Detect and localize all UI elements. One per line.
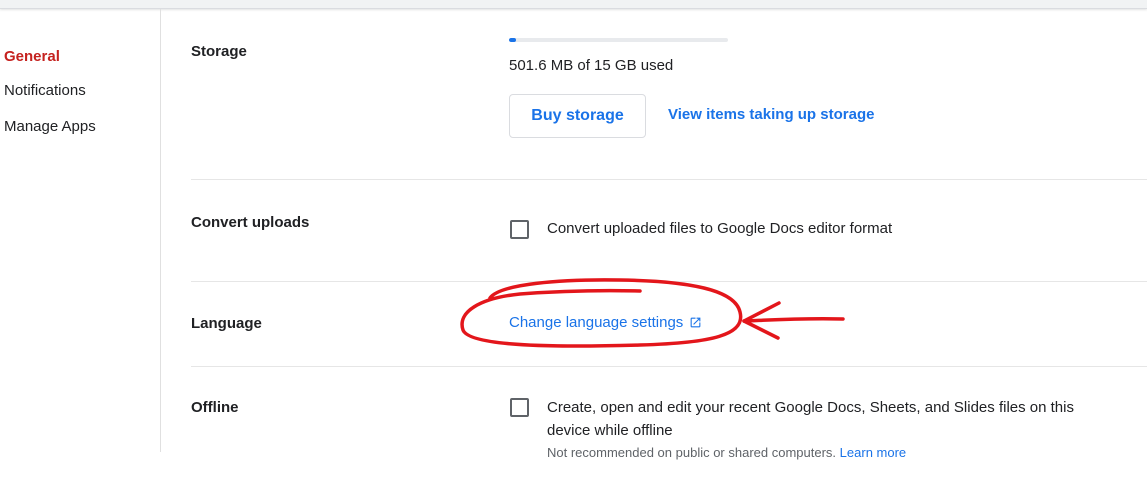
language-section-title: Language [191, 315, 262, 332]
offline-label-line2: device while offline [547, 422, 673, 439]
storage-section-title: Storage [191, 43, 247, 60]
change-language-link[interactable]: Change language settings [509, 314, 702, 331]
change-language-link-text: Change language settings [509, 314, 684, 331]
sidebar-divider [160, 9, 161, 452]
annotation-arrow-shaft [742, 316, 845, 323]
annotation-arrow-head [742, 301, 781, 340]
offline-label-line1: Create, open and edit your recent Google… [547, 399, 1074, 416]
offline-note-text: Not recommended on public or shared comp… [547, 445, 837, 460]
annotation-circle [460, 278, 743, 348]
sidebar-item-notifications[interactable]: Notifications [4, 82, 86, 100]
top-app-bar [0, 0, 1147, 9]
convert-uploads-title: Convert uploads [191, 214, 310, 231]
convert-uploads-label: Convert uploaded files to Google Docs ed… [547, 220, 893, 237]
buy-storage-button[interactable]: Buy storage [509, 94, 646, 138]
convert-uploads-checkbox[interactable] [510, 220, 529, 239]
learn-more-link[interactable]: Learn more [840, 445, 906, 460]
open-in-new-icon [689, 316, 702, 329]
section-divider [191, 179, 1147, 180]
settings-sidebar: General Notifications Manage Apps [0, 0, 160, 480]
offline-note: Not recommended on public or shared comp… [547, 445, 906, 460]
sidebar-item-manage-apps[interactable]: Manage Apps [4, 118, 96, 136]
storage-usage-fill [509, 38, 517, 42]
section-divider [191, 281, 1147, 282]
storage-usage-bar [509, 38, 728, 42]
sidebar-item-general[interactable]: General [4, 48, 60, 66]
offline-checkbox[interactable] [510, 398, 529, 417]
offline-section-title: Offline [191, 399, 239, 416]
view-storage-items-button[interactable]: View items taking up storage [668, 106, 874, 123]
storage-usage-text: 501.6 MB of 15 GB used [509, 57, 674, 74]
section-divider [191, 366, 1147, 367]
